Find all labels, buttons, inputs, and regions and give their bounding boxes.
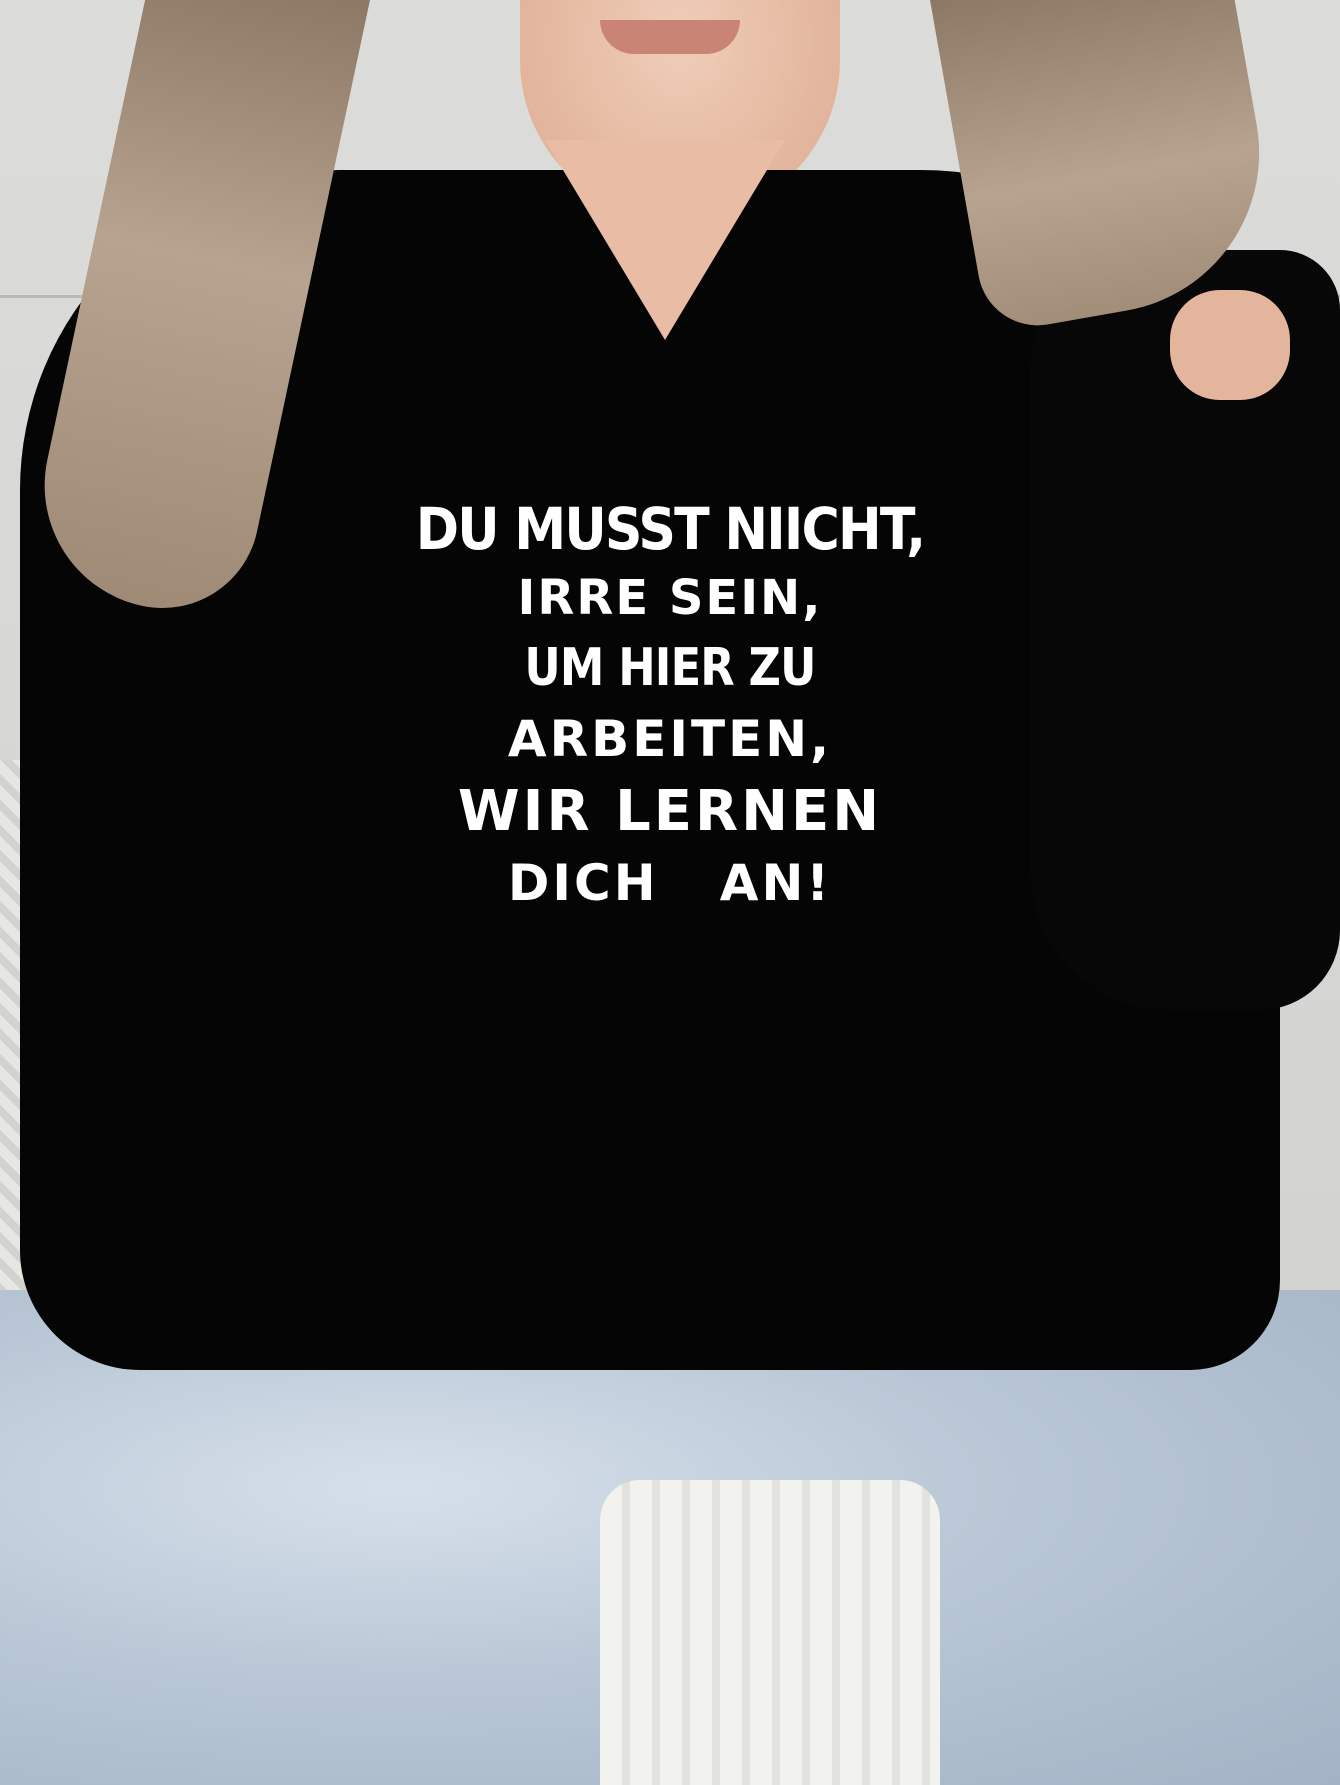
print-line-4: ARBEITEN, <box>507 710 833 768</box>
print-line-3: UM HIER ZU <box>524 638 816 698</box>
print-line-2: IRRE SEIN, <box>517 570 823 626</box>
print-line-1: DU MUSST NIICHT, <box>415 495 926 563</box>
product-photo: DU MUSST NIICHT, IRRE SEIN, UM HIER ZU A… <box>0 0 1340 1785</box>
hand <box>1170 290 1290 400</box>
lips <box>600 20 740 54</box>
hoodie-print-text: DU MUSST NIICHT, IRRE SEIN, UM HIER ZU A… <box>360 500 980 908</box>
print-line-6: DICH AN! <box>507 854 833 912</box>
print-line-5: WIR LERNEN <box>457 779 883 844</box>
white-sock <box>600 1480 940 1785</box>
